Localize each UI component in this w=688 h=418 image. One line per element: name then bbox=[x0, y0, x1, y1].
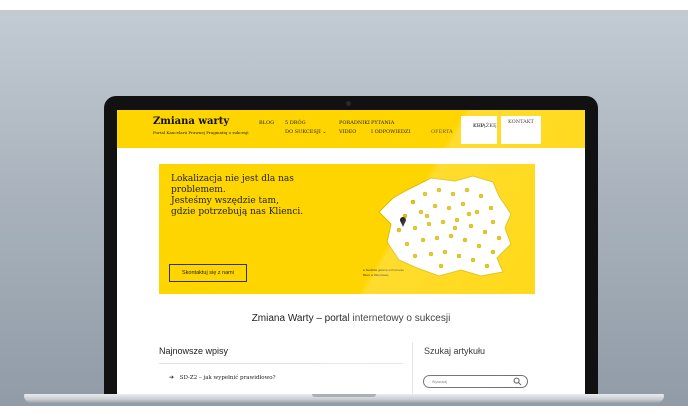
magnifier-icon[interactable] bbox=[513, 377, 522, 386]
latest-posts-heading: Najnowsze wpisy bbox=[159, 346, 229, 356]
site-title[interactable]: Zmiana warty bbox=[153, 116, 229, 127]
post-title: SD-Z2 – jak wypełnić prawidłowo? bbox=[179, 375, 276, 381]
nav-kontakt[interactable]: KONTAKT bbox=[501, 116, 541, 144]
site-header: Zmiana warty Portal Kancelarii Prawnej P… bbox=[117, 110, 585, 148]
laptop-notch bbox=[312, 394, 376, 397]
hero-heading-line1: Lokalizacja nie jest dla nas bbox=[171, 174, 294, 184]
column-divider bbox=[412, 342, 413, 394]
arrow-right-icon: ➔ bbox=[169, 374, 175, 381]
nav-drogi-line2: DO SUKCESJI bbox=[285, 129, 321, 135]
nav-kontakt-label: KONTAKT bbox=[508, 119, 534, 125]
map-pin-icon: ● bbox=[363, 268, 365, 272]
legend-branch-label: Biuro w Warszawie bbox=[363, 273, 389, 277]
nav-kup-line2: KSIĄŻKĘ bbox=[473, 123, 497, 129]
nav-drogi-line1: 5 DRÓG bbox=[285, 120, 306, 126]
nav-poradniki-video[interactable]: PORADNIKI VIDEO bbox=[339, 119, 370, 137]
legend-office-label: Siedziba główna w Poznaniu bbox=[365, 268, 404, 272]
post-link[interactable]: ➔ SD-Z2 – jak wypełnić prawidłowo? bbox=[169, 374, 276, 381]
nav-pytania-line1: PYTANIA bbox=[371, 120, 395, 126]
nav-kup-ksiazke[interactable]: KUP KSIĄŻKĘ bbox=[461, 116, 497, 144]
hero-heading-line4: gdzie potrzebują nas Klienci. bbox=[171, 207, 304, 217]
nav-oferta[interactable]: OFERTA bbox=[431, 128, 453, 137]
hero-heading: Lokalizacja nie jest dla nas problemem. … bbox=[171, 174, 321, 218]
search-input[interactable] bbox=[432, 378, 512, 386]
site-tagline: Portal Kancelarii Prawnej Pragmatiq o su… bbox=[153, 130, 249, 135]
nav-blog-label: BLOG bbox=[259, 120, 275, 126]
hero-heading-line3: Jesteśmy wszędzie tam, bbox=[171, 196, 279, 206]
nav-oferta-label: OFERTA bbox=[431, 129, 453, 135]
webcam bbox=[346, 101, 351, 106]
hero-banner: Lokalizacja nie jest dla nas problemem. … bbox=[159, 164, 535, 294]
portal-title: Zmiana Warty – portal internetowy o sukc… bbox=[251, 313, 451, 324]
nav-poradniki-line1: PORADNIKI bbox=[339, 120, 370, 126]
nav-blog[interactable]: BLOG bbox=[259, 119, 274, 128]
browser-screen: Zmiana warty Portal Kancelarii Prawnej P… bbox=[117, 110, 585, 394]
legend-branch: Biuro w Warszawie bbox=[363, 273, 404, 278]
search-box[interactable] bbox=[423, 375, 528, 388]
background-top bbox=[0, 0, 688, 10]
search-heading: Szukaj artykułu bbox=[424, 346, 486, 356]
nav-poradniki-line2: VIDEO bbox=[339, 129, 357, 135]
nav-pytania-line2: I ODPOWIEDZI bbox=[371, 129, 411, 135]
nav-5-drog[interactable]: 5 DRÓG DO SUKCESJI ⌄ bbox=[285, 119, 327, 137]
background-bottom bbox=[0, 406, 688, 418]
map-legend: ● Siedziba główna w Poznaniu Biuro w War… bbox=[363, 268, 404, 278]
chevron-down-icon: ⌄ bbox=[322, 129, 327, 135]
divider bbox=[159, 363, 403, 364]
contact-us-button[interactable]: Skontaktuj się z nami bbox=[169, 264, 247, 282]
nav-pytania-i-odpowiedzi[interactable]: PYTANIA I ODPOWIEDZI bbox=[371, 119, 410, 137]
hero-heading-line2: problemem. bbox=[171, 185, 226, 195]
